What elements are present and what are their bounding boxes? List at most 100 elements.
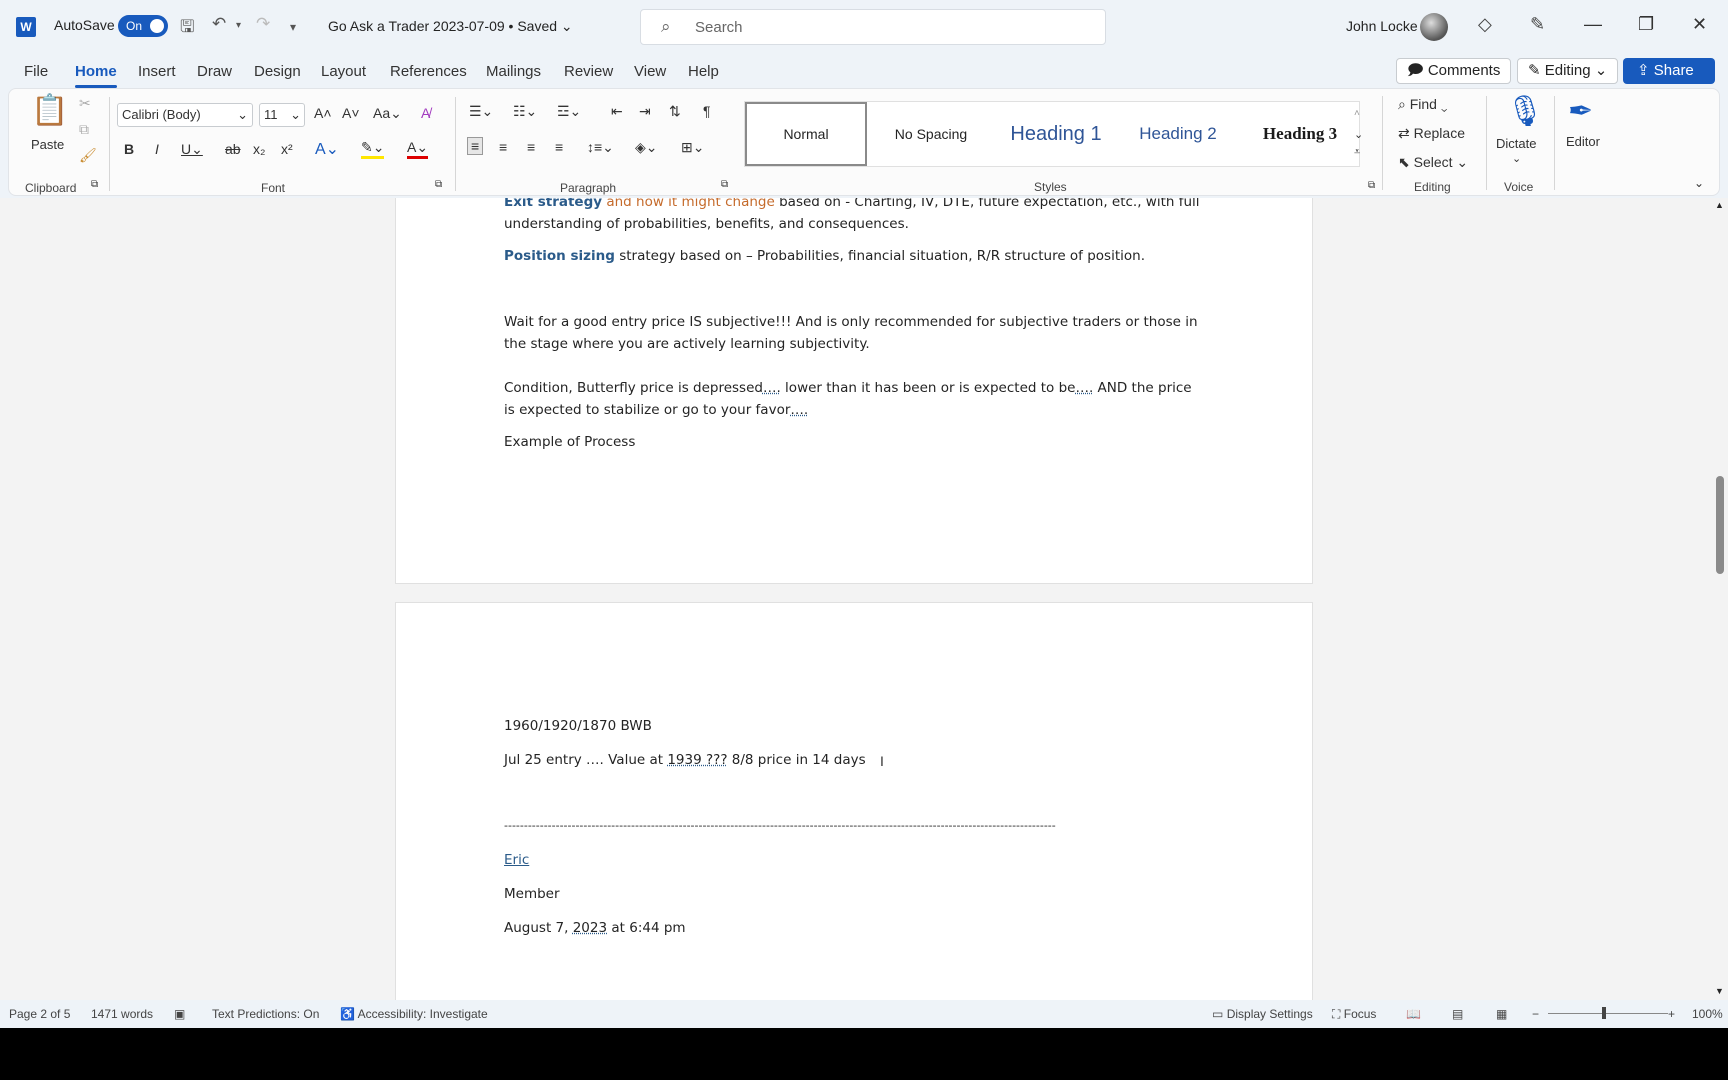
decrease-indent-icon[interactable]: ⇤: [611, 103, 623, 120]
close-icon[interactable]: ✕: [1692, 14, 1707, 35]
italic-icon[interactable]: I: [155, 141, 159, 157]
align-center-icon[interactable]: ≡: [499, 139, 507, 155]
borders-icon[interactable]: ⊞⌄: [681, 139, 704, 156]
font-color-icon[interactable]: A⌄: [407, 139, 429, 159]
bold-icon[interactable]: B: [124, 141, 134, 157]
accessibility-status[interactable]: ♿ Accessibility: Investigate: [340, 1007, 488, 1021]
tab-home[interactable]: Home: [75, 63, 117, 88]
bullets-icon[interactable]: ☰⌄: [469, 103, 493, 120]
style-no-spacing[interactable]: No Spacing: [867, 102, 995, 166]
avatar[interactable]: [1420, 13, 1448, 41]
style-heading-1[interactable]: Heading 1: [995, 102, 1117, 166]
author-link[interactable]: Eric: [504, 849, 1204, 871]
clipboard-launcher-icon[interactable]: ⧉: [91, 179, 98, 190]
focus-mode[interactable]: ⛶ Focus: [1332, 1007, 1376, 1022]
style-heading-2[interactable]: Heading 2: [1117, 102, 1239, 166]
print-layout-icon[interactable]: ▤: [1452, 1007, 1463, 1021]
tab-insert[interactable]: Insert: [138, 63, 176, 80]
undo-icon[interactable]: ↶: [212, 14, 226, 34]
show-formatting-icon[interactable]: ¶: [703, 103, 711, 119]
web-layout-icon[interactable]: ▦: [1496, 1007, 1507, 1021]
minimize-icon[interactable]: —: [1584, 14, 1602, 35]
numbering-icon[interactable]: ☷⌄: [513, 103, 537, 120]
shrink-font-icon[interactable]: A˅: [342, 105, 360, 121]
document-page[interactable]: 1960/1920/1870 BWB Jul 25 entry …. Value…: [395, 602, 1313, 1000]
bwb-paragraph[interactable]: 1960/1920/1870 BWB: [504, 715, 1204, 737]
undo-dropdown-icon[interactable]: ▾: [236, 20, 241, 31]
tab-mailings[interactable]: Mailings: [486, 63, 541, 80]
user-name[interactable]: John Locke: [1346, 18, 1418, 34]
tab-help[interactable]: Help: [688, 63, 719, 80]
select-button[interactable]: ⬉ Select ⌄: [1398, 154, 1468, 171]
cut-icon[interactable]: ✂: [79, 95, 91, 112]
styles-more-icon[interactable]: ⩡: [1354, 146, 1360, 159]
autosave-toggle[interactable]: On: [118, 15, 168, 37]
sort-icon[interactable]: ⇅: [669, 103, 681, 120]
highlight-icon[interactable]: ✎⌄: [361, 139, 385, 159]
editor-icon[interactable]: ✒: [1568, 94, 1593, 129]
find-button[interactable]: ⌕ Find ⌄: [1398, 96, 1447, 113]
page-count[interactable]: Page 2 of 5: [9, 1007, 70, 1021]
font-size-select[interactable]: 11 ⌄: [259, 103, 305, 127]
font-family-select[interactable]: Calibri (Body) ⌄: [117, 103, 253, 127]
entry-paragraph[interactable]: Jul 25 entry …. Value at 1939 ??? 8/8 pr…: [504, 749, 1204, 771]
shading-icon[interactable]: ◈⌄: [635, 139, 658, 156]
read-mode-icon[interactable]: 📖: [1406, 1007, 1421, 1021]
grow-font-icon[interactable]: A˄: [314, 105, 332, 121]
redo-icon[interactable]: ↷: [256, 14, 270, 34]
text-effects-icon[interactable]: A⌄: [315, 139, 339, 159]
clear-formatting-icon[interactable]: A̸: [421, 105, 430, 121]
share-button[interactable]: ⇪ Share: [1623, 58, 1715, 84]
zoom-out-icon[interactable]: −: [1532, 1007, 1539, 1021]
restore-icon[interactable]: ❐: [1638, 14, 1654, 35]
change-case-icon[interactable]: Aa⌄: [373, 105, 402, 122]
tab-review[interactable]: Review: [564, 63, 613, 80]
proofing-icon[interactable]: ▣: [174, 1007, 185, 1021]
document-page[interactable]: Exit strategy and how it might change ba…: [395, 198, 1313, 584]
style-normal[interactable]: Normal: [745, 102, 867, 166]
strikethrough-icon[interactable]: ab: [225, 141, 241, 157]
position-sizing-paragraph[interactable]: Position sizing strategy based on – Prob…: [504, 245, 1204, 267]
text-predictions[interactable]: Text Predictions: On: [212, 1007, 319, 1021]
word-count[interactable]: 1471 words: [91, 1007, 153, 1021]
zoom-level[interactable]: 100%: [1692, 1007, 1723, 1021]
zoom-slider[interactable]: [1548, 1013, 1668, 1014]
style-heading-3[interactable]: Heading 3: [1239, 102, 1361, 166]
align-right-icon[interactable]: ≡: [527, 139, 535, 155]
multilevel-list-icon[interactable]: ☲⌄: [557, 103, 581, 120]
post-date[interactable]: August 7, 2023 at 6:44 pm: [504, 917, 1204, 939]
tab-design[interactable]: Design: [254, 63, 301, 80]
editing-mode-button[interactable]: ✎ Editing ⌄: [1517, 58, 1619, 84]
condition-paragraph[interactable]: Condition, Butterfly price is depressed……: [504, 377, 1204, 421]
save-icon[interactable]: 🖫: [180, 14, 194, 43]
microphone-icon[interactable]: 🎙: [1506, 94, 1544, 129]
increase-indent-icon[interactable]: ⇥: [639, 103, 651, 120]
font-launcher-icon[interactable]: ⧉: [435, 179, 442, 190]
styles-scroll-up-icon[interactable]: ˄: [1354, 108, 1360, 119]
scroll-down-icon[interactable]: ▼: [1715, 986, 1724, 996]
superscript-icon[interactable]: x²: [281, 141, 293, 157]
tab-file[interactable]: File: [24, 63, 48, 80]
align-left-icon[interactable]: ≡: [467, 137, 484, 155]
underline-icon[interactable]: U⌄: [181, 141, 203, 158]
tab-layout[interactable]: Layout: [321, 63, 366, 80]
copy-icon[interactable]: ⧉: [79, 121, 89, 138]
customize-toolbar-icon[interactable]: ▾: [290, 20, 296, 34]
justify-icon[interactable]: ≡: [555, 139, 563, 155]
member-role[interactable]: Member: [504, 883, 1204, 905]
scroll-up-icon[interactable]: ▲: [1715, 200, 1724, 210]
editor-button[interactable]: Editor: [1566, 134, 1600, 149]
exit-strategy-paragraph[interactable]: Exit strategy and how it might change ba…: [504, 198, 1204, 235]
collapse-ribbon-icon[interactable]: ⌄: [1694, 176, 1704, 190]
dictate-button[interactable]: Dictate: [1496, 136, 1536, 151]
comments-button[interactable]: 🗩 Comments: [1396, 58, 1512, 84]
document-title[interactable]: Go Ask a Trader 2023-07-09 • Saved ⌄: [328, 18, 573, 35]
vertical-scrollbar[interactable]: ▲ ▼: [1712, 198, 1728, 1000]
search-box[interactable]: ⌕ Search: [640, 9, 1106, 45]
dictate-dropdown-icon[interactable]: ⌄: [1512, 152, 1521, 165]
scrollbar-thumb[interactable]: [1716, 476, 1724, 574]
tab-view[interactable]: View: [634, 63, 666, 80]
pen-icon[interactable]: ✎: [1530, 14, 1545, 35]
paste-button[interactable]: Paste: [31, 137, 64, 152]
format-painter-icon[interactable]: 🖌: [79, 147, 97, 164]
